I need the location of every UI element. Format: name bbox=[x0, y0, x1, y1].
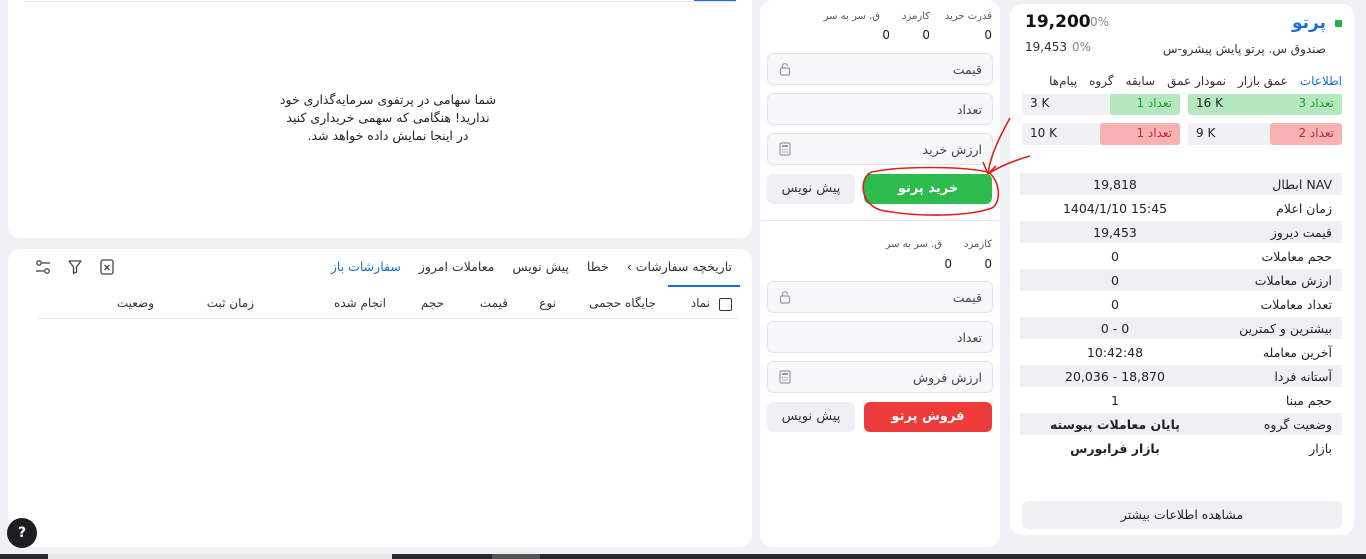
col-volume[interactable]: حجم bbox=[421, 296, 444, 310]
detail-row: آستانه فردا 20,036 - 18,870 bbox=[1020, 365, 1342, 387]
settings-sliders-icon[interactable] bbox=[34, 258, 52, 276]
export-excel-icon[interactable] bbox=[98, 258, 116, 276]
info-tabs: اطلاعات عمق بازار نمودار عمق سابقه گروه … bbox=[1049, 74, 1342, 88]
lock-icon[interactable] bbox=[778, 290, 792, 304]
fee-label: کارمزد bbox=[902, 11, 930, 22]
tab-errors[interactable]: خطا bbox=[587, 259, 609, 274]
sell-volume: 3 K bbox=[1030, 96, 1050, 110]
col-filled[interactable]: انجام شده bbox=[334, 296, 386, 310]
orders-tabs: سفارشات باز معاملات امروز پیش نویس خطا ت… bbox=[331, 259, 732, 274]
sell-value-input[interactable]: ارزش فروش bbox=[767, 361, 993, 393]
fee-value: 0 bbox=[984, 257, 992, 271]
order-book-buy-cell: تعداد 2 9 K bbox=[1188, 123, 1342, 145]
col-type[interactable]: نوع bbox=[539, 296, 556, 310]
buy-count: تعداد 3 bbox=[1298, 96, 1334, 110]
sell-draft-button[interactable]: پیش نویس bbox=[767, 402, 855, 432]
portfolio-empty-message: شما سهامی در پرتفوی سرمایه‌گذاری خود ندا… bbox=[279, 92, 497, 143]
close-price: 19,453 bbox=[1025, 40, 1067, 54]
purchase-power-value: 0 bbox=[984, 28, 992, 42]
annotation-highlight bbox=[862, 117, 1031, 216]
portfolio-panel: شما سهامی در پرتفوی سرمایه‌گذاری خود ندا… bbox=[8, 0, 752, 238]
breakeven-value: 0 bbox=[944, 257, 952, 271]
sell-quantity-input[interactable]: تعداد bbox=[767, 321, 993, 353]
detail-row: حجم مبنا 1 bbox=[1111, 392, 1332, 408]
help-button[interactable]: ? bbox=[7, 518, 37, 548]
sell-submit-button[interactable]: فروش پرتو bbox=[864, 402, 992, 432]
breakeven-label: ق. سر به سر bbox=[823, 11, 880, 22]
detail-row: ارزش معاملات 0 bbox=[1020, 269, 1342, 291]
buy-draft-button[interactable]: پیش نویس bbox=[767, 174, 855, 204]
col-symbol[interactable]: نماد bbox=[691, 296, 710, 310]
lock-icon[interactable] bbox=[778, 62, 792, 76]
detail-row: بازار بازار فرابورس bbox=[1070, 440, 1332, 456]
symbol-full-name: صندوق س. پرتو پایش پیشرو-س bbox=[1162, 42, 1326, 56]
buy-volume: 9 K bbox=[1196, 126, 1216, 140]
symbol-name[interactable]: پرتو bbox=[1292, 13, 1326, 33]
detail-row: وضعیت گروه پایان معاملات پیوسته bbox=[1020, 413, 1342, 435]
tab-order-history[interactable]: تاریخچه سفارشات › bbox=[627, 259, 732, 274]
buy-volume: 16 K bbox=[1196, 96, 1223, 110]
tab-messages[interactable]: پیام‌ها bbox=[1049, 74, 1077, 88]
breakeven-label: ق. سر به سر bbox=[885, 239, 942, 250]
divider bbox=[38, 318, 738, 319]
taskbar-strip bbox=[0, 554, 1366, 559]
col-price[interactable]: قیمت bbox=[480, 296, 508, 310]
calculator-icon[interactable] bbox=[778, 370, 792, 384]
buy-count: تعداد 2 bbox=[1298, 126, 1334, 140]
tab-market-depth[interactable]: عمق بازار bbox=[1238, 74, 1288, 88]
chevron-left-icon: › bbox=[626, 259, 632, 274]
col-submit-time[interactable]: زمان ثبت bbox=[207, 296, 254, 310]
tab-today-trades[interactable]: معاملات امروز bbox=[419, 259, 495, 274]
tab-history[interactable]: سابقه bbox=[1126, 74, 1156, 88]
active-tab-indicator bbox=[668, 285, 740, 287]
close-change-pct: 0% bbox=[1072, 40, 1092, 54]
tab-group[interactable]: گروه bbox=[1089, 74, 1113, 88]
status-dot-icon bbox=[1335, 20, 1342, 27]
divider bbox=[24, 1, 736, 2]
detail-row: زمان اعلام 1404/1/10 15:45 bbox=[1062, 200, 1332, 216]
breakeven-value: 0 bbox=[882, 28, 890, 42]
tab-depth-chart[interactable]: نمودار عمق bbox=[1167, 74, 1226, 88]
last-change-pct: 0% bbox=[1090, 15, 1110, 29]
orders-panel: سفارشات باز معاملات امروز پیش نویس خطا ت… bbox=[8, 249, 752, 547]
order-entry-panel: قدرت خرید کارمزد ق. سر به سر 0 0 0 قیمت … bbox=[760, 0, 1000, 547]
fee-label: کارمزد bbox=[964, 239, 992, 250]
col-volume-rank[interactable]: جایگاه حجمی bbox=[589, 296, 656, 310]
symbol-info-panel: پرتو صندوق س. پرتو پایش پیشرو-س 19,200 0… bbox=[1010, 4, 1354, 535]
order-book-buy-cell: تعداد 3 16 K bbox=[1188, 93, 1342, 115]
detail-row: بیشترین و کمترین 0 - 0 bbox=[1020, 317, 1342, 339]
filter-icon[interactable] bbox=[66, 258, 84, 276]
divider bbox=[760, 220, 1000, 221]
last-price: 19,200 bbox=[1025, 12, 1091, 32]
order-book-sell-cell: تعداد 1 10 K bbox=[1022, 123, 1180, 145]
order-book-sell-cell: تعداد 1 3 K bbox=[1022, 93, 1180, 115]
col-status[interactable]: وضعیت bbox=[117, 296, 154, 310]
more-info-button[interactable]: مشاهده اطلاعات بیشتر bbox=[1022, 501, 1342, 529]
select-all-checkbox[interactable] bbox=[719, 298, 732, 311]
tab-open-orders[interactable]: سفارشات باز bbox=[331, 259, 401, 274]
detail-row: آخرین معامله 10:42:48 bbox=[1086, 344, 1332, 360]
sell-count: تعداد 1 bbox=[1136, 126, 1172, 140]
calculator-icon[interactable] bbox=[778, 142, 792, 156]
detail-row: NAV ابطال 19,818 bbox=[1020, 173, 1342, 195]
detail-row: حجم معاملات 0 bbox=[1111, 248, 1332, 264]
purchase-power-label: قدرت خرید bbox=[944, 11, 992, 22]
buy-price-input[interactable]: قیمت bbox=[767, 53, 993, 85]
tab-drafts[interactable]: پیش نویس bbox=[512, 259, 569, 274]
orders-table-header: نماد جایگاه حجمی نوع قیمت حجم انجام شده … bbox=[32, 296, 732, 314]
tab-info[interactable]: اطلاعات bbox=[1300, 74, 1342, 88]
detail-row: قیمت دیروز 19,453 bbox=[1020, 221, 1342, 243]
sell-price-input[interactable]: قیمت bbox=[767, 281, 993, 313]
sell-count: تعداد 1 bbox=[1136, 96, 1172, 110]
fee-value: 0 bbox=[922, 28, 930, 42]
detail-row: تعداد معاملات 0 bbox=[1111, 296, 1332, 312]
